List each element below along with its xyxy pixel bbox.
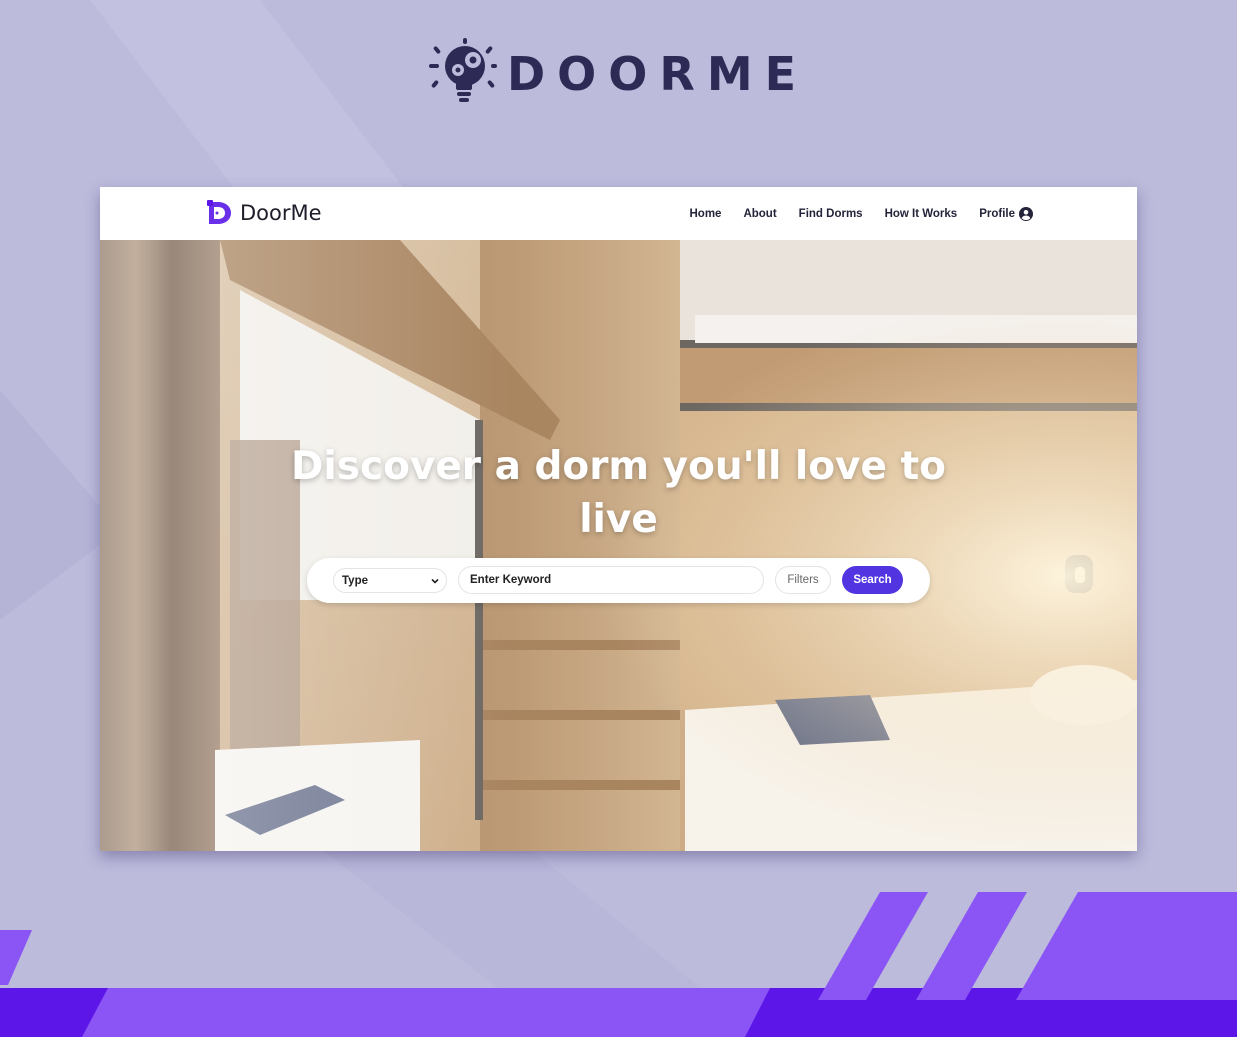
nav-profile-label: Profile <box>979 207 1015 220</box>
keyword-input[interactable] <box>458 566 764 594</box>
type-select-label: Type <box>342 574 368 587</box>
type-select[interactable]: Type <box>333 568 447 593</box>
nav-find-dorms[interactable]: Find Dorms <box>799 208 863 220</box>
user-circle-icon <box>1019 206 1033 221</box>
brand-name: DOORME <box>507 47 809 101</box>
hero-title: Discover a dorm you'll love to live <box>291 444 946 542</box>
nav-links: Home About Find Dorms How It Works Profi… <box>668 187 1033 240</box>
nav-home[interactable]: Home <box>690 208 722 220</box>
lightbulb-gear-icon <box>429 38 497 102</box>
website-preview: DoorMe Home About Find Dorms How It Work… <box>100 187 1137 851</box>
nav-logo[interactable]: DoorMe <box>206 199 322 227</box>
doorme-logo-icon <box>207 200 231 224</box>
navbar: DoorMe Home About Find Dorms How It Work… <box>100 187 1137 241</box>
nav-profile[interactable]: Profile <box>979 206 1033 221</box>
nav-about[interactable]: About <box>743 208 776 220</box>
filters-button[interactable]: Filters <box>775 566 831 594</box>
search-button[interactable]: Search <box>842 566 903 594</box>
search-bar: Type Filters Search <box>307 558 930 603</box>
chevron-down-icon <box>431 578 439 584</box>
brand-logo: DOORME <box>425 36 808 112</box>
nav-logo-text: DoorMe <box>240 201 322 225</box>
hero-section: Discover a dorm you'll love to live Type… <box>100 240 1137 851</box>
nav-how-it-works[interactable]: How It Works <box>885 208 958 220</box>
